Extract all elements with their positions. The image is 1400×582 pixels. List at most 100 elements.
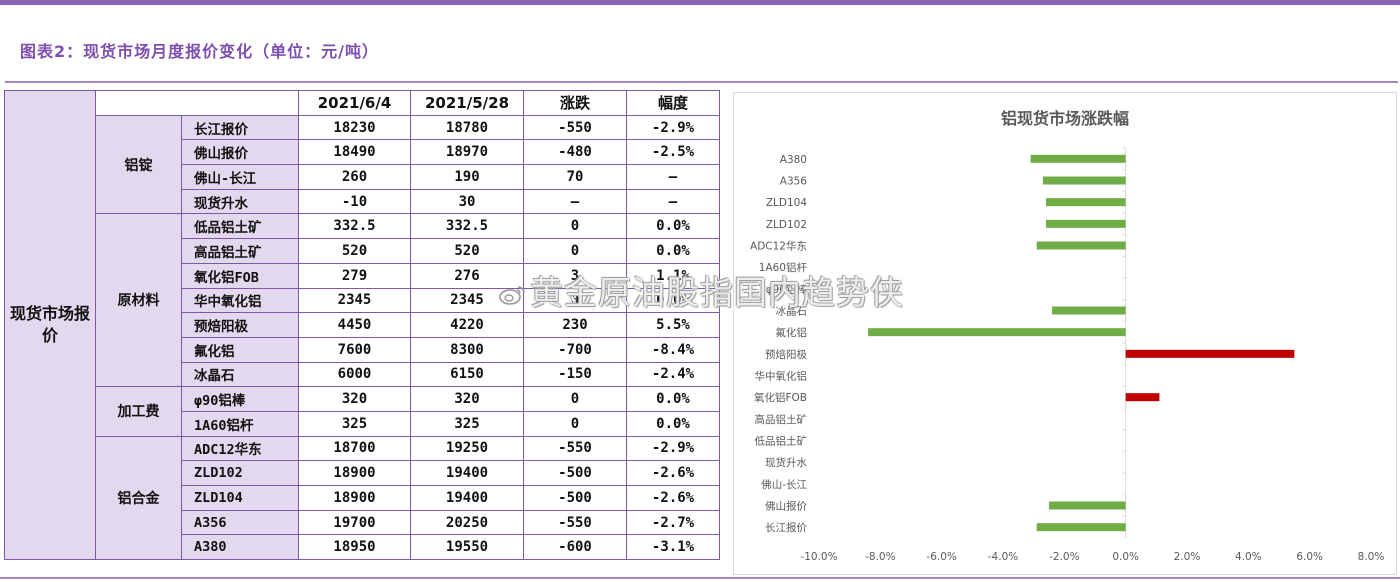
category-label: 佛山报价 xyxy=(765,500,807,513)
category-label: 低品铝土矿 xyxy=(755,435,808,448)
bar xyxy=(1030,154,1126,163)
x-tick-label: -10.0% xyxy=(800,551,837,563)
category-label: 1A60铝杆 xyxy=(759,261,808,274)
item-name: ZLD102 xyxy=(181,460,299,486)
category-label: 氧化铝FOB xyxy=(754,391,807,404)
item-name: 低品铝土矿 xyxy=(181,213,299,240)
section-label: 铝合金 xyxy=(95,435,182,561)
bar xyxy=(1125,349,1295,358)
price-2021-5-28: 19400 xyxy=(410,460,524,486)
price-2021-5-28: 332.5 xyxy=(410,213,524,240)
change-percent: -2.7% xyxy=(626,509,720,536)
bar xyxy=(1052,306,1126,315)
table-row: 原材料 低品铝土矿 332.5 332.5 0 0.0% xyxy=(5,213,720,388)
item-name: 氟化铝 xyxy=(181,336,299,363)
item-name: 长江报价 xyxy=(181,114,299,141)
price-2021-6-4: 279 xyxy=(298,262,411,289)
category-label: ADC12华东 xyxy=(750,240,807,253)
section-label: 加工费 xyxy=(95,386,182,437)
change-percent: 0.0% xyxy=(626,410,720,437)
price-2021-6-4: 6000 xyxy=(298,361,411,388)
item-name: 1A60铝杆 xyxy=(181,410,299,437)
category-label: 预焙阳极 xyxy=(765,348,807,361)
item-name: φ90铝棒 xyxy=(181,386,299,412)
figure-title: 图表2：现货市场月度报价变化（单位：元/吨） xyxy=(20,42,379,61)
price-2021-6-4: 325 xyxy=(298,410,411,437)
row-group-label: 现货市场报价 xyxy=(4,89,96,561)
price-2021-6-4: 2345 xyxy=(298,287,411,314)
price-2021-5-28: 325 xyxy=(410,410,524,437)
category-label: 冰晶石 xyxy=(776,305,808,318)
change-percent: -2.5% xyxy=(626,139,720,166)
change-value: 3 xyxy=(523,262,627,289)
bar xyxy=(1036,241,1126,250)
price-2021-5-28: 20250 xyxy=(410,509,524,536)
item-name: 氧化铝FOB xyxy=(181,262,299,289)
top-accent-bar xyxy=(0,0,1400,5)
price-2021-5-28: 4220 xyxy=(410,312,524,338)
price-2021-6-4: 320 xyxy=(298,386,411,412)
category-label: 佛山-长江 xyxy=(761,478,807,491)
section-label: 原材料 xyxy=(95,213,182,388)
change-value: -480 xyxy=(523,139,627,166)
change-percent: -2.4% xyxy=(626,361,720,388)
bar xyxy=(1045,219,1126,228)
change-percent: 5.5% xyxy=(626,312,720,338)
price-2021-5-28: 2345 xyxy=(410,287,524,314)
price-2021-6-4: 18900 xyxy=(298,460,411,486)
price-2021-6-4: 7600 xyxy=(298,336,411,363)
price-2021-6-4: 18700 xyxy=(298,435,411,462)
price-2021-5-28: 8300 xyxy=(410,336,524,363)
change-value: 0 xyxy=(523,238,627,264)
title-divider xyxy=(5,81,1398,83)
change-percent: -2.6% xyxy=(626,485,720,511)
item-name: A356 xyxy=(181,509,299,536)
change-percent: — xyxy=(626,164,720,190)
price-2021-5-28: 30 xyxy=(410,188,524,215)
x-tick-label: -4.0% xyxy=(988,551,1018,563)
item-name: 预焙阳极 xyxy=(181,312,299,338)
header-blank-cell xyxy=(95,90,299,116)
change-value: 70 xyxy=(523,164,627,190)
bar-chart: A380 A356 ZLD104 ZLD102 ADC12华东 1A60铝杆 φ90铝棒冰晶… xyxy=(750,147,1384,563)
price-2021-6-4: 260 xyxy=(298,164,411,190)
price-2021-6-4: 18230 xyxy=(298,114,411,141)
column-header: 涨跌 xyxy=(523,90,627,116)
price-2021-5-28: 276 xyxy=(410,262,524,289)
price-2021-6-4: 4450 xyxy=(298,312,411,338)
item-name: ADC12华东 xyxy=(181,435,299,462)
category-label: ZLD104 xyxy=(766,197,807,209)
x-tick-label: 0.0% xyxy=(1112,551,1139,563)
x-tick-label: 6.0% xyxy=(1296,551,1323,563)
category-label: A356 xyxy=(780,176,808,188)
price-2021-5-28: 6150 xyxy=(410,361,524,388)
item-name: ZLD104 xyxy=(181,485,299,511)
column-header: 2021/5/28 xyxy=(410,90,524,116)
category-label: 高品铝土矿 xyxy=(755,413,808,426)
change-value: 0 xyxy=(523,213,627,240)
bar xyxy=(1125,393,1160,402)
price-2021-6-4: 332.5 xyxy=(298,213,411,240)
price-2021-5-28: 19250 xyxy=(410,435,524,462)
change-percent: 0.0% xyxy=(626,238,720,264)
change-percent: -2.9% xyxy=(626,435,720,462)
change-percent: -2.6% xyxy=(626,460,720,486)
x-tick-label: -2.0% xyxy=(1049,551,1079,563)
price-2021-5-28: 18970 xyxy=(410,139,524,166)
change-value: -550 xyxy=(523,114,627,141)
spot-price-table: 现货市场报价 2021/6/4 2021/5/28 涨跌 幅度 铝锭 长江报价 18230 18… xyxy=(4,89,720,561)
x-tick-label: 2.0% xyxy=(1174,551,1201,563)
price-2021-6-4: 19700 xyxy=(298,509,411,536)
price-2021-6-4: 520 xyxy=(298,238,411,264)
column-header: 幅度 xyxy=(626,90,720,116)
table-row: 铝锭 长江报价 18230 18780 -550 -2.9% xyxy=(5,114,720,215)
change-percent: -3.1% xyxy=(626,534,720,561)
price-2021-5-28: 190 xyxy=(410,164,524,190)
change-value: 0 xyxy=(523,386,627,412)
price-2021-5-28: 18780 xyxy=(410,114,524,141)
change-value: — xyxy=(523,188,627,215)
change-value: -600 xyxy=(523,534,627,561)
change-value: -550 xyxy=(523,435,627,462)
change-percent: -8.4% xyxy=(626,336,720,363)
chart-panel: 铝现货市场涨跌幅 A380 A356 ZLD104 ZLD102 ADC12华东 1A60… xyxy=(733,92,1397,575)
